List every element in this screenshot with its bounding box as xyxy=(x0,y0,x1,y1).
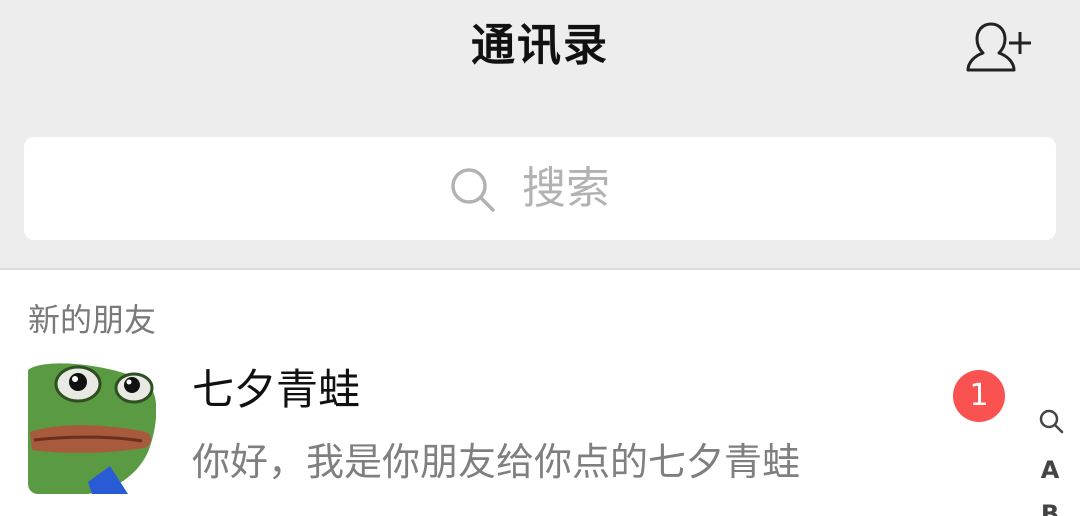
frog-avatar-icon xyxy=(28,362,156,494)
alphabet-index-bar[interactable]: A B xyxy=(1030,400,1070,516)
add-contact-button[interactable] xyxy=(960,18,1036,76)
top-area: 通讯录 xyxy=(0,0,1080,268)
search-bar[interactable] xyxy=(24,137,1056,240)
section-header-new-friends: 新的朋友 xyxy=(28,301,157,339)
divider xyxy=(0,268,1080,270)
search-input[interactable] xyxy=(522,158,632,219)
new-friend-item[interactable]: 七夕青蛙 你好，我是你朋友给你点的七夕青蛙 1 xyxy=(0,352,1030,516)
contact-name: 七夕青蛙 xyxy=(192,365,361,414)
index-letter-b[interactable]: B xyxy=(1030,498,1070,516)
search-icon xyxy=(451,167,495,212)
search-icon[interactable] xyxy=(1038,408,1064,434)
add-contact-icon xyxy=(966,22,1031,72)
unread-badge: 1 xyxy=(953,370,1005,422)
contact-message: 你好，我是你朋友给你点的七夕青蛙 xyxy=(192,440,801,484)
avatar[interactable] xyxy=(28,362,156,494)
page-title: 通讯录 xyxy=(471,20,609,71)
index-letter-a[interactable]: A xyxy=(1030,454,1070,486)
